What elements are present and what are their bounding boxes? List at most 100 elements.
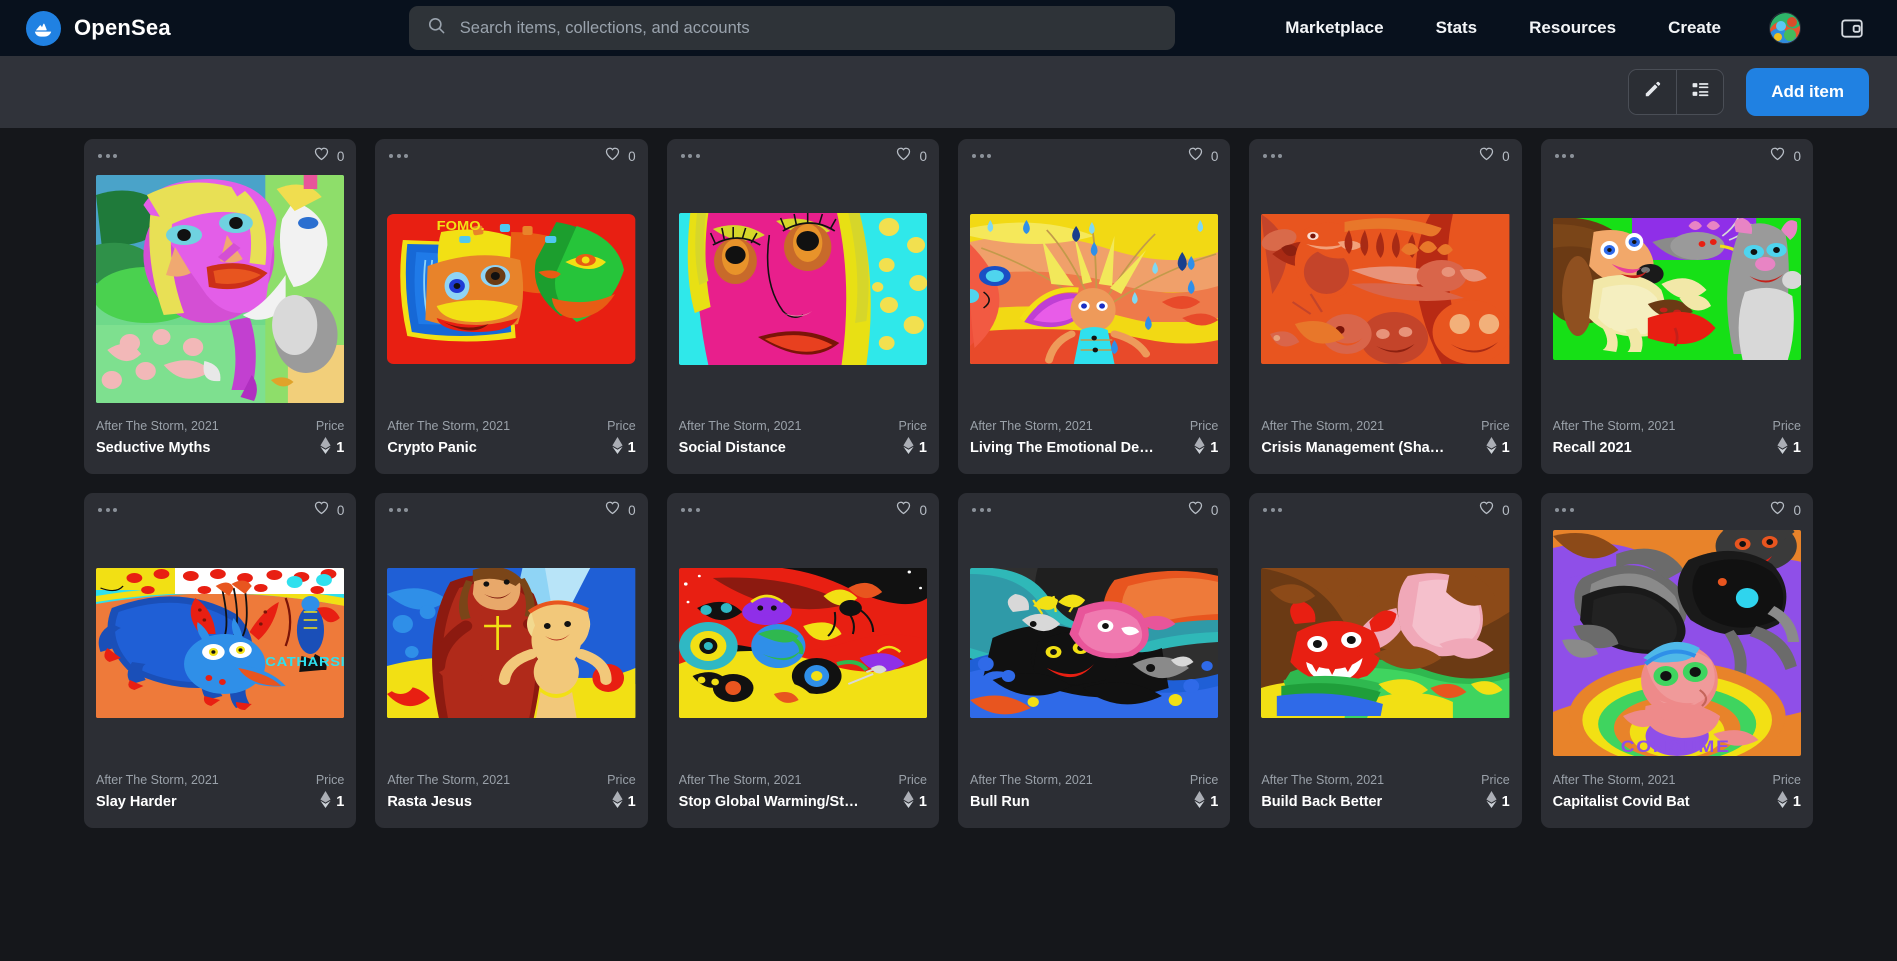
collection-name: After The Storm, 2021 bbox=[1261, 773, 1385, 787]
card-header: 0 bbox=[84, 139, 356, 173]
collection-name: After The Storm, 2021 bbox=[96, 419, 219, 433]
avatar[interactable] bbox=[1769, 12, 1801, 44]
nft-artwork[interactable] bbox=[958, 173, 1230, 405]
price-amount: 1 bbox=[627, 793, 636, 810]
nft-artwork[interactable]: FOMO. bbox=[375, 173, 647, 405]
price-label: Price bbox=[1481, 773, 1510, 787]
ellipsis-icon[interactable] bbox=[387, 502, 410, 518]
nft-card[interactable]: 0 bbox=[375, 493, 648, 828]
ellipsis-icon[interactable] bbox=[1553, 148, 1576, 164]
nft-artwork[interactable] bbox=[375, 527, 647, 759]
list-view-icon bbox=[1691, 80, 1710, 104]
nft-artwork[interactable] bbox=[84, 173, 356, 405]
nft-artwork[interactable] bbox=[667, 173, 939, 405]
brand-name: OpenSea bbox=[74, 15, 171, 40]
nft-artwork[interactable] bbox=[958, 527, 1230, 759]
like-button[interactable]: 0 bbox=[604, 499, 636, 521]
ellipsis-icon[interactable] bbox=[1261, 502, 1284, 518]
ethereum-icon bbox=[1777, 437, 1788, 458]
search-input[interactable] bbox=[459, 18, 1157, 38]
wallet-icon[interactable] bbox=[1839, 15, 1865, 41]
heart-icon bbox=[1769, 145, 1786, 167]
nft-card[interactable]: 0 bbox=[375, 139, 648, 474]
card-header: 0 bbox=[1249, 493, 1521, 527]
like-button[interactable]: 0 bbox=[604, 145, 636, 167]
nft-artwork[interactable] bbox=[1249, 527, 1521, 759]
price-amount: 1 bbox=[1792, 793, 1801, 810]
like-button[interactable]: 0 bbox=[1478, 145, 1510, 167]
collection-name: After The Storm, 2021 bbox=[96, 773, 219, 787]
heart-icon bbox=[1769, 499, 1786, 521]
nft-artwork[interactable]: CONSUME bbox=[1541, 527, 1813, 759]
like-button[interactable]: 0 bbox=[1769, 499, 1801, 521]
list-view-button[interactable] bbox=[1676, 70, 1724, 114]
card-footer: After The Storm, 2021 Price Seductive My… bbox=[84, 405, 356, 474]
brand-logo-link[interactable]: OpenSea bbox=[26, 10, 171, 46]
collection-name: After The Storm, 2021 bbox=[387, 419, 511, 433]
like-button[interactable]: 0 bbox=[895, 499, 927, 521]
nav-item-resources[interactable]: Resources bbox=[1503, 18, 1642, 38]
nft-title: Recall 2021 bbox=[1552, 439, 1632, 456]
price-label: Price bbox=[1772, 773, 1801, 787]
svg-text:FOMO.: FOMO. bbox=[437, 218, 485, 233]
price-label: Price bbox=[898, 419, 927, 433]
nft-artwork[interactable] bbox=[1249, 173, 1521, 405]
ellipsis-icon[interactable] bbox=[970, 502, 993, 518]
nft-card[interactable]: 0 bbox=[666, 493, 939, 828]
like-count: 0 bbox=[628, 148, 636, 164]
nft-card[interactable]: 0 bbox=[1249, 139, 1522, 474]
nft-title: Social Distance bbox=[678, 439, 786, 456]
nav-item-create[interactable]: Create bbox=[1642, 18, 1747, 38]
ellipsis-icon[interactable] bbox=[1553, 502, 1576, 518]
like-button[interactable]: 0 bbox=[313, 145, 344, 167]
price-value: 1 bbox=[1485, 437, 1510, 458]
nft-card[interactable]: 0 bbox=[1249, 493, 1522, 828]
like-button[interactable]: 0 bbox=[895, 145, 927, 167]
nav-item-stats[interactable]: Stats bbox=[1410, 18, 1504, 38]
price-value: 1 bbox=[903, 791, 927, 812]
add-item-button[interactable]: Add item bbox=[1746, 68, 1869, 116]
search-bar[interactable] bbox=[408, 6, 1175, 50]
ellipsis-icon[interactable] bbox=[679, 502, 702, 518]
nft-title: Build Back Better bbox=[1261, 793, 1383, 810]
like-button[interactable]: 0 bbox=[1769, 145, 1801, 167]
collection-name: After The Storm, 2021 bbox=[678, 419, 802, 433]
nft-card[interactable]: 0 bbox=[1540, 493, 1813, 828]
nft-card[interactable]: 0 bbox=[958, 139, 1231, 474]
nft-card[interactable]: 0 bbox=[84, 139, 357, 474]
nft-card[interactable]: 0 bbox=[666, 139, 939, 474]
svg-text:CATHARSIS: CATHARSIS bbox=[265, 654, 344, 669]
ellipsis-icon[interactable] bbox=[679, 148, 702, 164]
like-count: 0 bbox=[628, 502, 636, 518]
nft-title: Rasta Jesus bbox=[387, 793, 472, 810]
nft-card[interactable]: 0 bbox=[84, 493, 357, 828]
price-label: Price bbox=[607, 419, 636, 433]
ellipsis-icon[interactable] bbox=[96, 148, 119, 164]
top-navigation-bar: OpenSea Marketplace Stats Resources Crea… bbox=[0, 0, 1897, 56]
heart-icon bbox=[604, 499, 621, 521]
like-button[interactable]: 0 bbox=[1478, 499, 1510, 521]
edit-button[interactable] bbox=[1629, 70, 1677, 114]
price-value: 1 bbox=[1777, 791, 1801, 812]
nft-artwork[interactable] bbox=[667, 527, 939, 759]
ellipsis-icon[interactable] bbox=[970, 148, 993, 164]
like-button[interactable]: 0 bbox=[1187, 499, 1218, 521]
ellipsis-icon[interactable] bbox=[96, 502, 119, 518]
nft-card[interactable]: 0 bbox=[958, 493, 1231, 828]
card-footer: After The Storm, 2021 Price Stop Global … bbox=[667, 759, 939, 828]
heart-icon bbox=[1478, 145, 1495, 167]
like-button[interactable]: 0 bbox=[1187, 145, 1218, 167]
ethereum-icon bbox=[903, 437, 914, 458]
ellipsis-icon[interactable] bbox=[387, 148, 410, 164]
ellipsis-icon[interactable] bbox=[1261, 148, 1284, 164]
like-count: 0 bbox=[1502, 502, 1510, 518]
nft-card[interactable]: 0 bbox=[1540, 139, 1813, 474]
like-count: 0 bbox=[336, 502, 345, 518]
nav-item-marketplace[interactable]: Marketplace bbox=[1259, 18, 1409, 38]
card-header: 0 bbox=[958, 139, 1230, 173]
price-amount: 1 bbox=[336, 439, 345, 456]
ethereum-icon bbox=[1194, 791, 1205, 812]
nft-artwork[interactable]: CATHARSIS bbox=[84, 527, 356, 759]
like-button[interactable]: 0 bbox=[313, 499, 345, 521]
nft-artwork[interactable] bbox=[1541, 173, 1813, 405]
